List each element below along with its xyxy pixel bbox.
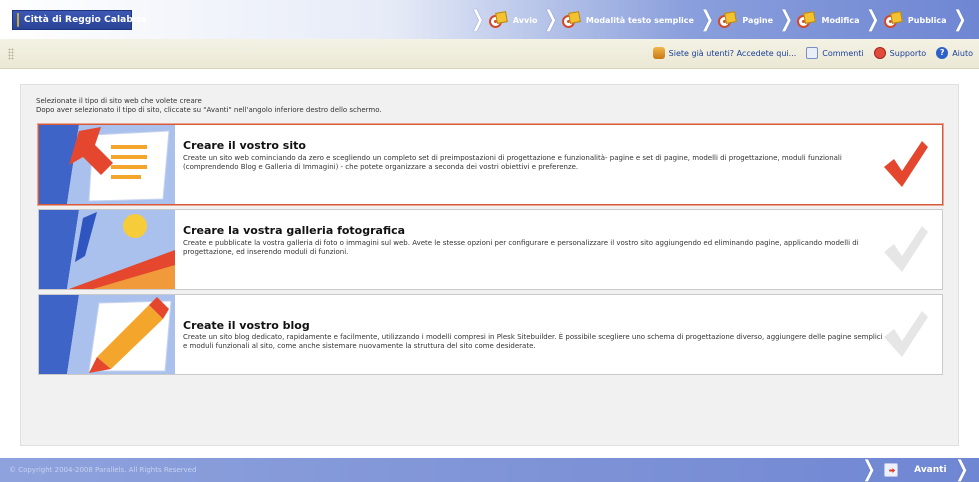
gallery-illustration-icon xyxy=(39,210,175,289)
step-label: Pagine xyxy=(742,15,774,25)
support-icon xyxy=(873,47,886,59)
option-title: Creare la vostra galleria fotografica xyxy=(183,224,406,237)
top-banner: Città di Reggio Calabria ❭ Avvio ❭ Modal… xyxy=(0,0,979,39)
chevron-right-icon: ❭ xyxy=(697,7,717,32)
toolbar: Siete già utenti? Accedete qui... Commen… xyxy=(0,39,979,69)
site-type-panel: Selezionate il tipo di sito web che vole… xyxy=(20,84,959,446)
city-crest-icon xyxy=(17,13,19,27)
intro-line-1: Selezionate il tipo di sito web che vole… xyxy=(36,97,202,105)
chevron-right-icon: ❭ xyxy=(777,7,796,32)
intro-text: Selezionate il tipo di sito web che vole… xyxy=(36,97,382,115)
option-photo-gallery[interactable]: Creare la vostra galleria fotografica Cr… xyxy=(38,209,943,290)
next-arrow-icon xyxy=(884,463,899,477)
option-create-site[interactable]: Creare il vostro sito Create un sito web… xyxy=(38,124,943,205)
login-link[interactable]: Siete già utenti? Accedete qui... xyxy=(652,47,797,59)
step-modalita-testo[interactable]: Modalità testo semplice xyxy=(561,11,694,28)
step-label: Avvio xyxy=(512,15,538,25)
publish-icon xyxy=(883,11,904,28)
chevron-right-icon: ❭ xyxy=(863,7,882,32)
chevron-right-icon: ❭ xyxy=(952,457,971,482)
comments-icon xyxy=(806,47,819,59)
intro-line-2: Dopo aver selezionato il tipo di sito, c… xyxy=(36,106,382,114)
option-title: Create il vostro blog xyxy=(183,319,310,332)
step-label: Modalità testo semplice xyxy=(585,15,694,25)
next-button-label: Avanti xyxy=(914,465,947,475)
step-avvio[interactable]: Avvio xyxy=(488,11,538,28)
text-mode-icon xyxy=(561,11,582,28)
site-illustration-icon xyxy=(39,125,175,204)
grip-handle-icon[interactable] xyxy=(8,48,14,60)
chevron-right-icon: ❭ xyxy=(950,7,969,32)
option-title: Creare il vostro sito xyxy=(183,139,306,152)
support-link-label: Supporto xyxy=(889,48,927,58)
next-button[interactable]: Avanti xyxy=(884,463,947,477)
checkmark-selected-icon xyxy=(884,141,928,187)
city-logo: Città di Reggio Calabria xyxy=(12,10,147,30)
comments-link[interactable]: Commenti xyxy=(806,47,864,59)
checkmark-unselected-icon xyxy=(884,226,928,272)
next-nav: ❭ Avanti ❭ xyxy=(858,458,973,482)
help-icon: ? xyxy=(936,47,949,59)
step-pagine[interactable]: Pagine xyxy=(718,11,774,28)
chevron-right-icon: ❭ xyxy=(468,7,487,32)
logo-text: Città di Reggio Calabria xyxy=(24,15,147,25)
help-link-label: Aiuto xyxy=(952,48,973,58)
option-description: Create un sito blog dedicato, rapidament… xyxy=(183,333,883,350)
copyright-text: © Copyright 2004-2008 Parallels. All Rig… xyxy=(9,466,197,474)
option-description: Create un sito web cominciando da zero e… xyxy=(183,154,842,171)
wizard-steps: ❭ Avvio ❭ Modalità testo semplice ❭ Pagi… xyxy=(466,8,971,32)
toolbar-links: Siete già utenti? Accedete qui... Commen… xyxy=(643,47,973,59)
option-description: Create e pubblicate la vostra galleria d… xyxy=(183,239,859,256)
option-blog[interactable]: Create il vostro blog Create un sito blo… xyxy=(38,294,943,375)
chevron-right-icon: ❭ xyxy=(541,7,560,32)
pages-icon xyxy=(718,11,738,28)
checkmark-unselected-icon xyxy=(884,311,928,357)
start-icon xyxy=(488,11,509,28)
comments-link-label: Commenti xyxy=(822,48,864,58)
step-modifica[interactable]: Modifica xyxy=(797,11,860,28)
users-icon xyxy=(652,47,665,59)
step-pubblica[interactable]: Pubblica xyxy=(883,11,947,28)
blog-illustration-icon xyxy=(39,295,175,374)
chevron-right-icon: ❭ xyxy=(859,457,879,482)
edit-icon xyxy=(797,11,817,28)
help-link[interactable]: ? Aiuto xyxy=(936,47,973,59)
step-label: Modifica xyxy=(821,15,860,25)
login-link-label: Siete già utenti? Accedete qui... xyxy=(668,48,797,58)
footer: © Copyright 2004-2008 Parallels. All Rig… xyxy=(0,458,979,482)
step-label: Pubblica xyxy=(907,15,947,25)
support-link[interactable]: Supporto xyxy=(873,47,927,59)
